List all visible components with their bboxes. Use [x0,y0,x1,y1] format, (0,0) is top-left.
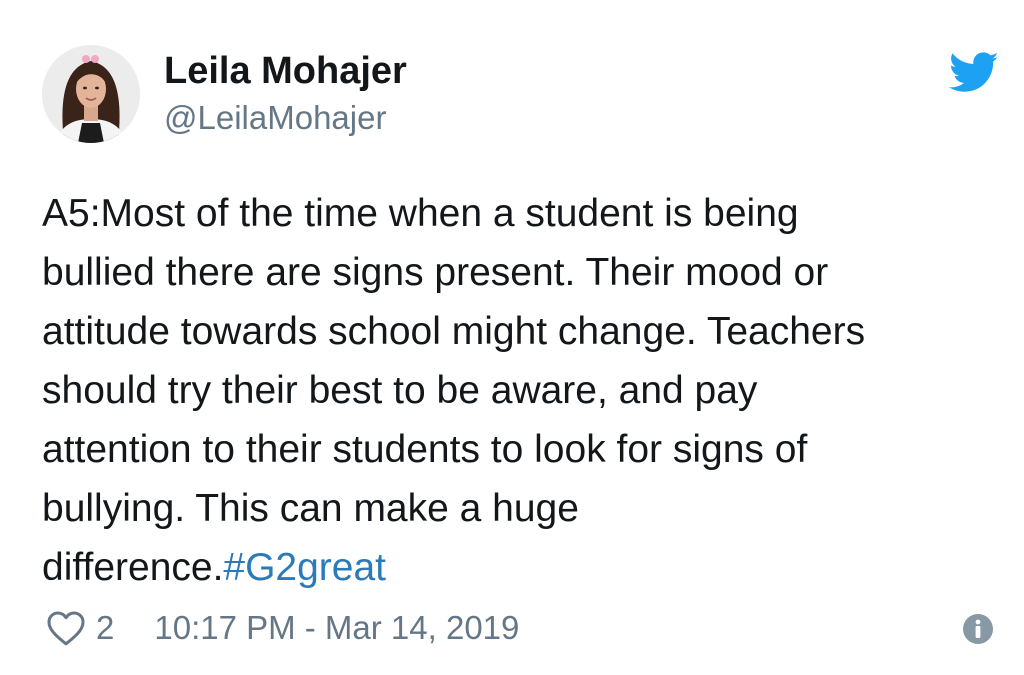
like-count: 2 [96,609,115,646]
twitter-bird-icon[interactable] [948,52,1000,94]
info-icon[interactable] [962,613,994,645]
tweet-text: A5:Most of the time when a student is be… [42,184,982,597]
avatar-image [42,45,140,143]
tweet-text-line-last: difference.#G2great [42,538,982,597]
display-name[interactable]: Leila Mohajer [164,48,407,94]
tweet-text-line: attention to their students to look for … [42,428,808,471]
user-handle[interactable]: @LeilaMohajer [164,98,386,138]
tweet-text-line: should try their best to be aware, and p… [42,369,758,412]
tweet-text-line: bullying. This can make a huge [42,487,579,530]
hashtag-link[interactable]: #G2great [223,546,386,589]
tweet-card: Leila Mohajer @LeilaMohajer A5:Most of t… [0,0,1024,675]
avatar[interactable] [42,45,140,143]
tweet-text-last-words: difference. [42,546,224,589]
timestamp[interactable]: 10:17 PM - Mar 14, 2019 [154,609,519,647]
tweet-text-line: bullied there are signs present. Their m… [42,251,829,294]
tweet-meta: 2 10:17 PM - Mar 14, 2019 [46,606,519,650]
tweet-text-line: A5:Most of the time when a student is be… [42,192,799,235]
tweet-text-line: attitude towards school might change. Te… [42,310,866,353]
heart-outline-icon[interactable] [46,609,86,647]
